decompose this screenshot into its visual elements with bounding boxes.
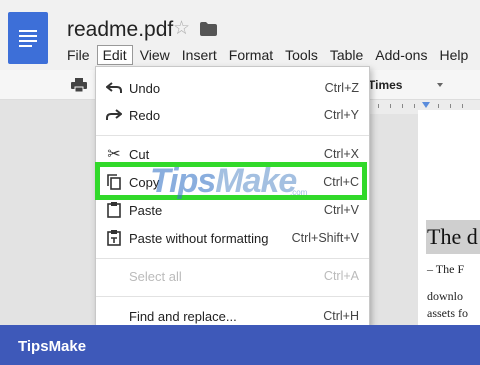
scissors-icon: ✂ — [107, 146, 121, 163]
indent-marker-icon[interactable] — [422, 102, 430, 108]
menu-item-label: Cut — [129, 146, 150, 162]
menu-item-shortcut: Ctrl+Z — [324, 81, 359, 95]
document-heading: The d — [427, 224, 478, 249]
document-text-line: downlo — [427, 289, 463, 303]
undo-icon — [105, 79, 123, 97]
menu-item-select-all[interactable]: Select all Ctrl+A — [96, 262, 369, 290]
font-selector[interactable]: Times — [368, 78, 402, 92]
menu-item-label: Undo — [129, 80, 161, 96]
ruler-tick — [438, 104, 439, 108]
watermark: TipsMake — [150, 162, 297, 201]
folder-icon[interactable] — [200, 22, 217, 36]
print-icon[interactable] — [71, 78, 87, 92]
menu-item-label: Paste — [129, 202, 163, 218]
menu-help[interactable]: Help — [434, 45, 473, 65]
menu-item-shortcut: Ctrl+H — [323, 309, 359, 323]
redo-icon — [105, 106, 123, 124]
paste-icon — [105, 201, 123, 219]
menu-item-label: Redo — [129, 107, 161, 123]
menu-item-shortcut: Ctrl+Y — [323, 108, 359, 122]
menu-divider — [96, 258, 369, 259]
menu-format[interactable]: Format — [224, 45, 278, 65]
menu-item-label: Select all — [129, 268, 182, 284]
menu-divider — [96, 296, 369, 297]
menu-item-redo[interactable]: Redo Ctrl+Y — [96, 101, 369, 129]
menu-edit[interactable]: Edit — [96, 45, 133, 65]
ruler-tick — [414, 104, 415, 108]
menu-item-shortcut: Ctrl+X — [323, 147, 359, 161]
menu-item-shortcut: Ctrl+V — [323, 203, 359, 217]
menu-item-label: Find and replace... — [129, 308, 237, 324]
ruler-tick — [378, 104, 379, 108]
docs-home-icon[interactable] — [8, 12, 48, 64]
menu-item-label: Paste without formatting — [129, 230, 269, 246]
ruler-tick — [462, 104, 463, 108]
menu-file[interactable]: File — [62, 45, 95, 65]
menu-view[interactable]: View — [135, 45, 175, 65]
menu-item-paste-without-formatting[interactable]: Paste without formatting Ctrl+Shift+V — [96, 224, 369, 252]
menu-addons[interactable]: Add-ons — [370, 45, 432, 65]
watermark-suffix: .com — [290, 188, 308, 197]
watermark-part: Tips — [150, 162, 216, 200]
menu-table[interactable]: Table — [325, 45, 368, 65]
brand-logo: TipsMake — [18, 338, 87, 355]
menu-divider — [96, 135, 369, 136]
document-title[interactable]: readme.pdf — [67, 18, 173, 42]
document-text-line: – The F — [427, 262, 465, 276]
menu-insert[interactable]: Insert — [177, 45, 222, 65]
font-dropdown-arrow-icon[interactable] — [437, 83, 443, 87]
menu-bar: File Edit View Insert Format Tools Table… — [62, 44, 475, 66]
ruler-tick — [390, 104, 391, 108]
star-icon[interactable]: ☆ — [173, 19, 190, 38]
document-text-line: assets fo — [427, 306, 468, 320]
menu-item-undo[interactable]: Undo Ctrl+Z — [96, 74, 369, 102]
menu-item-shortcut: Ctrl+A — [323, 269, 359, 283]
menu-item-shortcut: Ctrl+Shift+V — [291, 231, 359, 245]
paste-plain-icon — [105, 229, 123, 247]
menu-tools[interactable]: Tools — [280, 45, 323, 65]
ruler-tick — [402, 104, 403, 108]
watermark-part: Make — [215, 162, 297, 200]
ruler-tick — [450, 104, 451, 108]
